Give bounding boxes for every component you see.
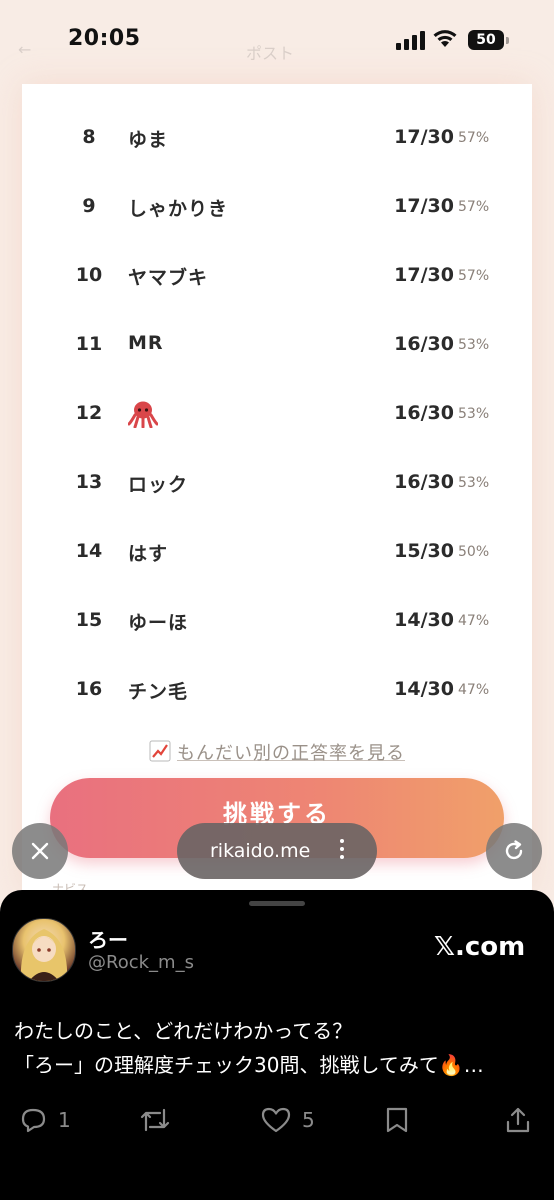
- player-name: ゆま: [128, 129, 169, 151]
- status-time: 20:05: [68, 26, 141, 51]
- ranking-row: 16 チン毛 14/30 47%: [22, 670, 532, 710]
- reply-button[interactable]: 1: [18, 1100, 71, 1140]
- author-handle[interactable]: @Rock_m_s: [88, 952, 194, 973]
- percent: 53%: [458, 406, 490, 422]
- player-name: はす: [128, 543, 169, 565]
- tweet-text: わたしのこと、どれだけわかってる？ 「ろー」の理解度チェック30問、挑戦してみて…: [14, 1014, 544, 1082]
- battery-tip: [506, 37, 509, 44]
- ranking-row: 12 16/30 53%: [22, 394, 532, 434]
- ranking-row: 14 はす 15/30 50%: [22, 532, 532, 572]
- score: 16/30: [394, 402, 454, 424]
- player-name: ゆーほ: [128, 612, 189, 634]
- tweet-sheet: ろー @Rock_m_s 𝕏.com わたしのこと、どれだけわかってる？ 「ろー…: [0, 890, 554, 1200]
- percent: 50%: [458, 544, 490, 560]
- score: 17/30: [394, 126, 454, 148]
- tweet-text-line: わたしのこと、どれだけわかってる？: [14, 1019, 353, 1043]
- rank-number: 11: [75, 333, 103, 355]
- like-button[interactable]: 5: [260, 1100, 315, 1140]
- player-name: ロック: [128, 474, 189, 496]
- player-name: チン毛: [128, 681, 189, 703]
- rank-number: 12: [75, 402, 103, 424]
- bookmark-button[interactable]: [384, 1100, 410, 1140]
- heart-icon: [261, 1107, 291, 1133]
- octopus-emoji-icon: [128, 401, 158, 428]
- percent: 47%: [458, 682, 490, 698]
- ranking-row: 10 ヤマブキ 17/30 57%: [22, 256, 532, 296]
- author-name[interactable]: ろー: [88, 924, 128, 953]
- repost-button[interactable]: [138, 1100, 172, 1140]
- reload-button[interactable]: [486, 823, 542, 879]
- close-tab-button[interactable]: [12, 823, 68, 879]
- ranking-row: 9 しゃかりき 17/30 57%: [22, 187, 532, 227]
- rank-number: 15: [75, 609, 103, 631]
- share-icon: [506, 1107, 530, 1133]
- percent: 53%: [458, 475, 490, 491]
- player-name: MR: [128, 332, 164, 354]
- rank-number: 13: [75, 471, 103, 493]
- tweet-actions: 1 5: [0, 1100, 554, 1140]
- url-text: rikaido.me: [210, 840, 311, 862]
- more-vertical-icon[interactable]: [339, 839, 345, 863]
- question-stats-link[interactable]: もんだい別の正答率を見る: [149, 739, 405, 767]
- ranking-card: 8 ゆま 17/30 57% 9 しゃかりき 17/30 57% 10 ヤマブキ…: [22, 84, 532, 896]
- percent: 53%: [458, 337, 490, 353]
- chart-increasing-icon: [149, 740, 171, 762]
- battery-icon: 50: [468, 30, 504, 50]
- score: 14/30: [394, 678, 454, 700]
- avatar[interactable]: [12, 918, 76, 982]
- stats-link-row: もんだい別の正答率を見る: [22, 739, 532, 767]
- status-bar: ← ポスト 20:05 50: [0, 0, 554, 84]
- score: 14/30: [394, 609, 454, 631]
- close-icon: [31, 842, 49, 860]
- share-button[interactable]: [504, 1100, 532, 1140]
- score: 16/30: [394, 333, 454, 355]
- percent: 57%: [458, 199, 490, 215]
- rank-number: 16: [75, 678, 103, 700]
- question-stats-link-label: もんだい別の正答率を見る: [177, 743, 405, 764]
- tweet-text-line: 「ろー」の理解度チェック30問、挑戦してみて🔥…: [14, 1053, 484, 1077]
- player-name: しゃかりき: [128, 198, 229, 220]
- ranking-row: 13 ロック 16/30 53%: [22, 463, 532, 503]
- back-arrow-icon: ←: [18, 40, 32, 59]
- percent: 47%: [458, 613, 490, 629]
- sheet-grabber[interactable]: [249, 901, 305, 906]
- percent: 57%: [458, 268, 490, 284]
- percent: 57%: [458, 130, 490, 146]
- reply-icon: [21, 1108, 46, 1133]
- cellular-signal-icon: [396, 30, 426, 50]
- score: 17/30: [394, 195, 454, 217]
- score: 16/30: [394, 471, 454, 493]
- background-nav-title: ポスト: [246, 44, 295, 63]
- repost-icon: [140, 1108, 170, 1132]
- x-com-source-label[interactable]: 𝕏.com: [434, 932, 525, 962]
- rank-number: 9: [82, 195, 96, 217]
- score: 15/30: [394, 540, 454, 562]
- reply-count: 1: [58, 1108, 71, 1132]
- ranking-row: 11 MR 16/30 53%: [22, 325, 532, 365]
- bookmark-icon: [386, 1107, 408, 1133]
- url-bar[interactable]: rikaido.me: [177, 823, 377, 879]
- player-name: ヤマブキ: [128, 267, 209, 289]
- rank-number: 8: [82, 126, 96, 148]
- ranking-row: 8 ゆま 17/30 57%: [22, 118, 532, 158]
- wifi-icon: [433, 30, 457, 47]
- reload-icon: [505, 840, 523, 860]
- rank-number: 10: [75, 264, 103, 286]
- ranking-row: 15 ゆーほ 14/30 47%: [22, 601, 532, 641]
- score: 17/30: [394, 264, 454, 286]
- rank-number: 14: [75, 540, 103, 562]
- avatar-illustration: [20, 929, 68, 981]
- like-count: 5: [302, 1108, 315, 1132]
